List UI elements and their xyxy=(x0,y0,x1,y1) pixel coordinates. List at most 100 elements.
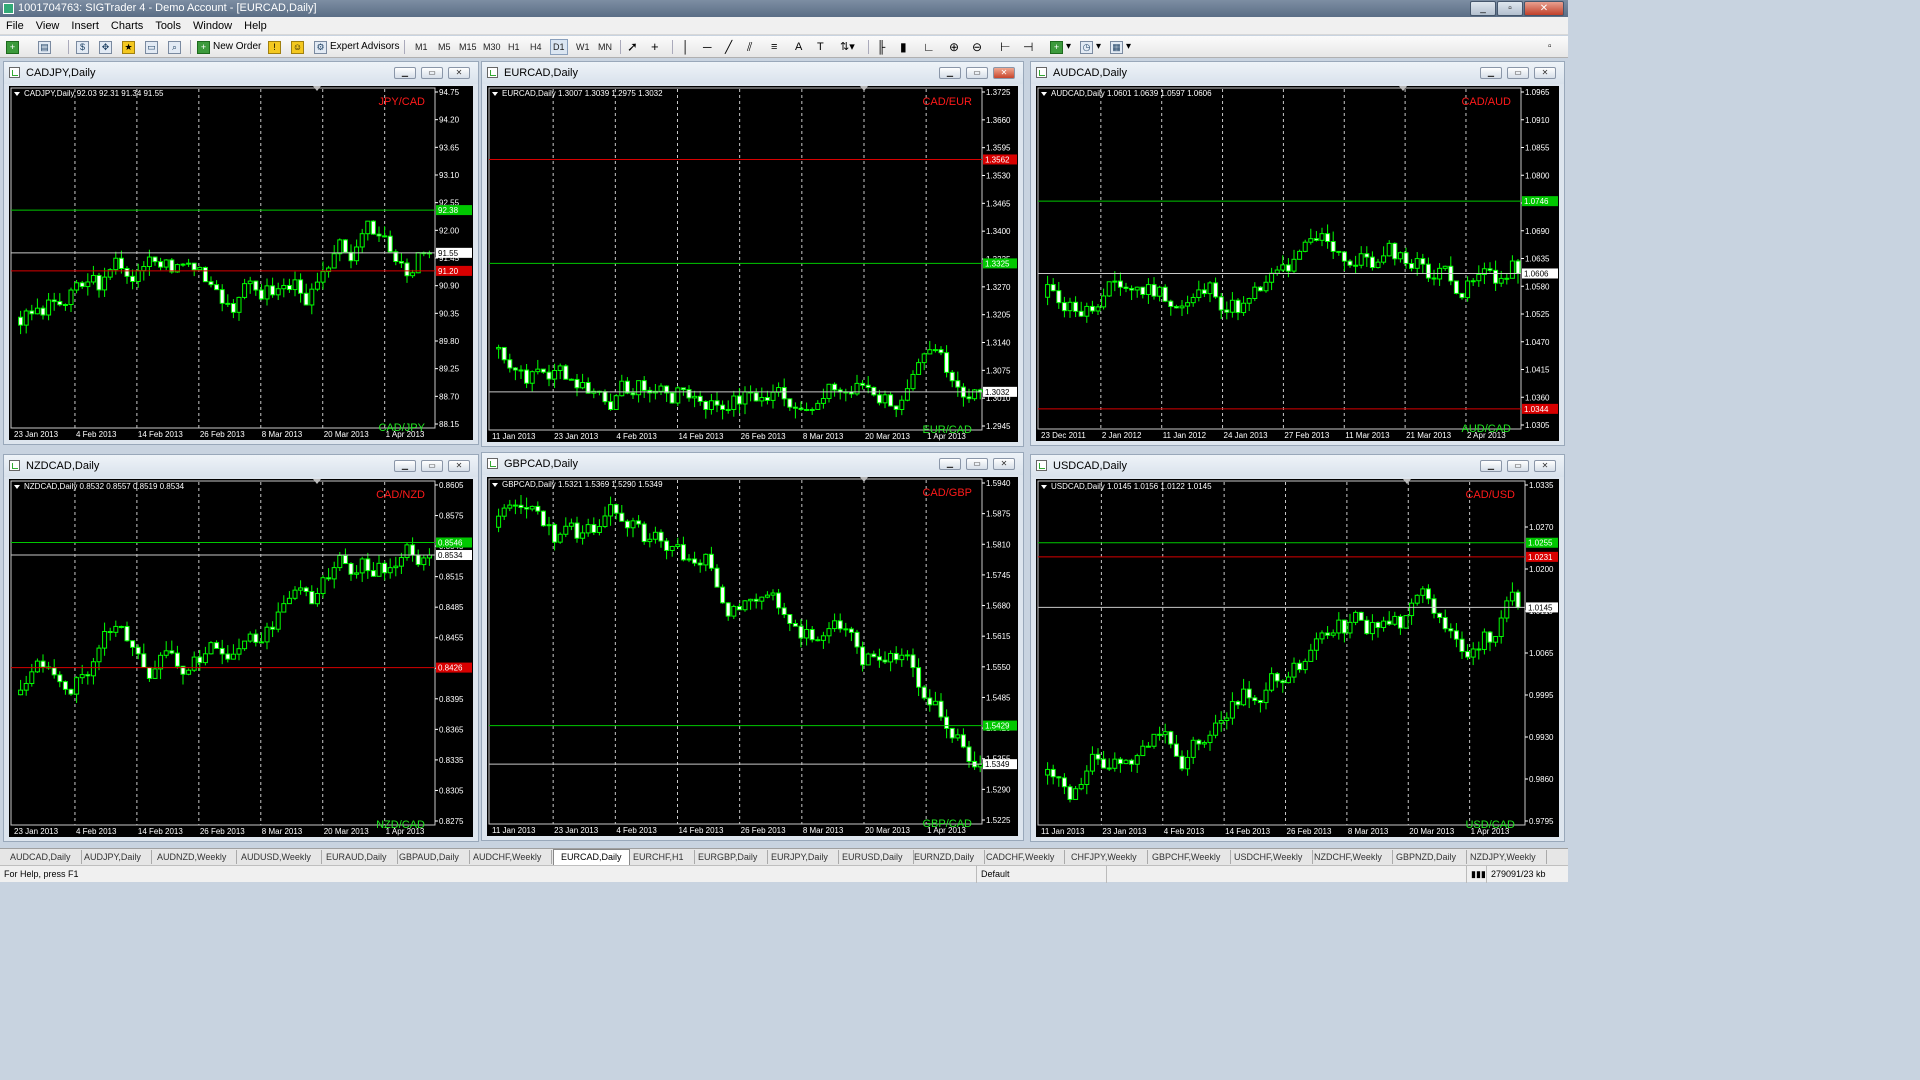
crosshair-button[interactable]: + xyxy=(651,39,659,55)
favorites-button[interactable]: ★ xyxy=(122,39,138,55)
chart-window-header[interactable]: USDCAD,Daily ▁ ▭ ✕ xyxy=(1031,455,1564,477)
templates-button[interactable]: ▦ ▾ xyxy=(1110,39,1131,55)
chart-close-button[interactable]: ✕ xyxy=(1534,67,1556,79)
chart-tab[interactable]: CHFJPY,Weekly xyxy=(1071,850,1148,864)
chart-canvas[interactable]: 23 Jan 2013 4 Feb 2013 14 Feb 2013 26 Feb 2… xyxy=(9,479,473,837)
chart-plot[interactable]: 11 Jan 2013 23 Jan 2013 4 Feb 2013 14 Feb 2… xyxy=(1036,479,1559,837)
chart-tab[interactable]: EURAUD,Daily xyxy=(326,850,398,864)
chart-tab[interactable]: EURUSD,Daily xyxy=(842,850,914,864)
menu-charts[interactable]: Charts xyxy=(105,20,149,32)
zoom-in-button[interactable]: ⊕ xyxy=(949,39,959,55)
channel-button[interactable]: ⫽ xyxy=(747,39,752,55)
fibonacci-button[interactable]: ≡ xyxy=(771,39,777,55)
menu-help[interactable]: Help xyxy=(238,20,273,32)
new-order-button[interactable]: + New Order xyxy=(197,39,261,55)
chart-window-header[interactable]: CADJPY,Daily ▁ ▭ ✕ xyxy=(4,62,478,84)
chart-shift-button[interactable]: ⊣ xyxy=(1023,39,1033,55)
chart-window-header[interactable]: AUDCAD,Daily ▁ ▭ ✕ xyxy=(1031,62,1564,84)
autoscroll-button[interactable]: ⊢ xyxy=(1000,39,1010,55)
chart-canvas[interactable]: 11 Jan 2013 23 Jan 2013 4 Feb 2013 14 Feb 2… xyxy=(487,477,1018,836)
chart-tab[interactable]: GBPCHF,Weekly xyxy=(1152,850,1232,864)
chart-maximize-button[interactable]: ▭ xyxy=(1507,67,1529,79)
chart-tab[interactable]: EURGBP,Daily xyxy=(698,850,769,864)
chart-canvas[interactable]: 11 Jan 2013 23 Jan 2013 4 Feb 2013 14 Feb 2… xyxy=(1036,479,1559,837)
chart-minimize-button[interactable]: ▁ xyxy=(1480,67,1502,79)
menu-window[interactable]: Window xyxy=(187,20,238,32)
mdi-restore-button[interactable]: ▫ xyxy=(1548,39,1552,55)
chart-tab[interactable]: EURJPY,Daily xyxy=(771,850,839,864)
chart-minimize-button[interactable]: ▁ xyxy=(1480,460,1502,472)
terminal-button[interactable]: ▭ xyxy=(145,39,161,55)
chart-minimize-button[interactable]: ▁ xyxy=(394,67,416,79)
timeframe-m30[interactable]: M30 xyxy=(483,39,501,55)
chart-plot[interactable]: 11 Jan 2013 23 Jan 2013 4 Feb 2013 14 Feb 2… xyxy=(487,86,1018,442)
menu-insert[interactable]: Insert xyxy=(65,20,105,32)
restore-button[interactable]: ▫ xyxy=(1497,1,1523,16)
chart-shift-marker[interactable] xyxy=(1399,86,1407,91)
chart-tab[interactable]: EURNZD,Daily xyxy=(914,850,986,864)
text-button[interactable]: A xyxy=(795,39,802,55)
timeframe-m1[interactable]: M1 xyxy=(415,39,428,55)
horizontal-line-button[interactable]: ─ xyxy=(703,39,712,55)
chart-plot[interactable]: 23 Dec 2011 2 Jan 2012 11 Jan 2012 24 Jan 2… xyxy=(1036,86,1559,441)
chart-minimize-button[interactable]: ▁ xyxy=(939,458,961,470)
timeframe-m15[interactable]: M15 xyxy=(459,39,477,55)
chart-shift-marker[interactable] xyxy=(860,477,868,482)
chart-tab[interactable]: EURCAD,Daily xyxy=(553,849,630,865)
line-chart-button[interactable]: ∟ xyxy=(923,39,935,55)
minimize-button[interactable]: _ xyxy=(1470,1,1496,16)
chart-tab[interactable]: EURCHF,H1 xyxy=(633,850,695,864)
metaeditor-button[interactable]: ! xyxy=(268,39,284,55)
indicators-button[interactable]: + ▾ xyxy=(1050,39,1071,55)
chart-window[interactable]: USDCAD,Daily ▁ ▭ ✕ 11 Jan 2013 23 Jan 201… xyxy=(1030,454,1565,842)
chart-tab[interactable]: AUDNZD,Weekly xyxy=(157,850,238,864)
text-label-button[interactable]: T xyxy=(817,39,824,55)
trendline-button[interactable]: ╱ xyxy=(725,39,732,55)
zoom-out-button[interactable]: ⊖ xyxy=(972,39,982,55)
chart-shift-marker[interactable] xyxy=(1403,479,1411,484)
chart-close-button[interactable]: ✕ xyxy=(993,458,1015,470)
chart-minimize-button[interactable]: ▁ xyxy=(939,67,961,79)
vertical-line-button[interactable]: │ xyxy=(682,39,690,55)
chart-maximize-button[interactable]: ▭ xyxy=(966,67,988,79)
arrows-button[interactable]: ⇅▾ xyxy=(840,39,855,55)
chart-maximize-button[interactable]: ▭ xyxy=(1507,460,1529,472)
chart-window[interactable]: GBPCAD,Daily ▁ ▭ ✕ 11 Jan 2013 23 Jan 201… xyxy=(481,452,1024,841)
chart-shift-marker[interactable] xyxy=(313,86,321,91)
chart-close-button[interactable]: ✕ xyxy=(1534,460,1556,472)
new-chart-button[interactable]: + xyxy=(6,39,22,55)
chart-canvas[interactable]: 23 Dec 2011 2 Jan 2012 11 Jan 2012 24 Jan 2… xyxy=(1036,86,1559,441)
market-watch-button[interactable]: $ xyxy=(76,39,92,55)
chart-canvas[interactable]: 11 Jan 2013 23 Jan 2013 4 Feb 2013 14 Feb 2… xyxy=(487,86,1018,442)
chart-shift-marker[interactable] xyxy=(313,479,321,484)
timeframe-w1[interactable]: W1 xyxy=(576,39,590,55)
chart-window[interactable]: NZDCAD,Daily ▁ ▭ ✕ 23 Jan 2013 4 Feb 2013… xyxy=(3,454,479,842)
chart-maximize-button[interactable]: ▭ xyxy=(966,458,988,470)
chart-window[interactable]: EURCAD,Daily ▁ ▭ ✕ 11 Jan 2013 23 Jan 201… xyxy=(481,61,1024,447)
chart-tab[interactable]: NZDJPY,Weekly xyxy=(1470,850,1547,864)
chart-window-header[interactable]: GBPCAD,Daily ▁ ▭ ✕ xyxy=(482,453,1023,475)
navigator-button[interactable]: ✥ xyxy=(99,39,115,55)
chart-tab[interactable]: AUDJPY,Daily xyxy=(84,850,152,864)
chart-minimize-button[interactable]: ▁ xyxy=(394,460,416,472)
close-button[interactable]: ✕ xyxy=(1524,1,1564,16)
chart-tab[interactable]: NZDCHF,Weekly xyxy=(1314,850,1393,864)
chart-close-button[interactable]: ✕ xyxy=(448,67,470,79)
chart-plot[interactable]: 11 Jan 2013 23 Jan 2013 4 Feb 2013 14 Feb 2… xyxy=(487,477,1018,836)
bar-chart-button[interactable]: ╟ xyxy=(877,39,886,55)
chart-tab[interactable]: CADCHF,Weekly xyxy=(986,850,1066,864)
candlestick-button[interactable]: ▮ xyxy=(900,39,907,55)
timeframe-h1[interactable]: H1 xyxy=(508,39,520,55)
menu-view[interactable]: View xyxy=(30,20,66,32)
chart-window[interactable]: CADJPY,Daily ▁ ▭ ✕ 23 Jan 2013 4 Feb 2013… xyxy=(3,61,479,445)
menu-file[interactable]: File xyxy=(0,20,30,32)
autotrading-button[interactable]: ☺ xyxy=(291,39,307,55)
chart-canvas[interactable]: 23 Jan 2013 4 Feb 2013 14 Feb 2013 26 Feb 2… xyxy=(9,86,473,440)
chart-plot[interactable]: 23 Jan 2013 4 Feb 2013 14 Feb 2013 26 Feb 2… xyxy=(9,86,473,440)
chart-maximize-button[interactable]: ▭ xyxy=(421,67,443,79)
chart-tab[interactable]: AUDUSD,Weekly xyxy=(241,850,322,864)
chart-shift-marker[interactable] xyxy=(860,86,868,91)
timeframe-mn[interactable]: MN xyxy=(598,39,612,55)
chart-tab[interactable]: AUDCAD,Daily xyxy=(10,850,82,864)
periods-button[interactable]: ◷ ▾ xyxy=(1080,39,1101,55)
